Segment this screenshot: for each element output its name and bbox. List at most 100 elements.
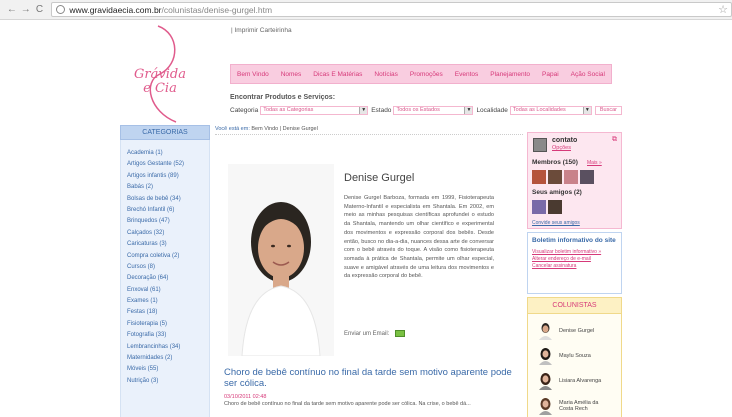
nav-item-eventos[interactable]: Eventos [455, 71, 479, 78]
profile-photo [228, 164, 334, 356]
categoria-select[interactable]: Todas as Categorias ▼ [260, 105, 369, 115]
search-form: Categoria Todas as Categorias ▼ Estado T… [230, 105, 623, 115]
category-item[interactable]: Brechó Infantil (6) [127, 205, 209, 216]
logo-line1: Grávida [134, 67, 186, 82]
category-item[interactable]: Fotografia (33) [127, 330, 209, 341]
category-item[interactable]: Decoração (64) [127, 273, 209, 284]
avatar [539, 398, 552, 415]
page-info-icon [56, 5, 66, 14]
category-item[interactable]: Maternidades (2) [127, 353, 209, 364]
newsletter-title: Boletim informativo do site [532, 237, 616, 244]
columnist-item[interactable]: Maylu Souza [538, 347, 609, 365]
category-item[interactable]: Caricaturas (3) [127, 239, 209, 250]
category-item[interactable]: Cursos (8) [127, 262, 209, 273]
back-icon[interactable]: ← [6, 3, 18, 17]
contact-widget: contato Opções ⧉ Membros (150) Mais » Se… [527, 132, 622, 229]
nav-item-dicas[interactable]: Dicas E Matérias [313, 71, 362, 78]
categories-list: Academia (1) Artigos Gestante (52) Artig… [120, 140, 210, 417]
chevron-down-icon: ▼ [359, 106, 368, 114]
options-link[interactable]: Opções [552, 145, 571, 151]
reload-icon[interactable]: C [34, 3, 46, 17]
category-item[interactable]: Artigos infantis (89) [127, 171, 209, 182]
forward-icon[interactable]: → [20, 3, 32, 17]
localidade-select[interactable]: Todas as Localidades ▼ [509, 105, 592, 115]
nav-item-papai[interactable]: Papai [542, 71, 559, 78]
members-thumbnails [532, 170, 594, 184]
avatar [539, 348, 552, 365]
newsletter-cancel-link[interactable]: Cancelar assinatura [532, 263, 617, 270]
columnists-list: Denise Gurgel Maylu Souza Lisiara Alvare… [527, 314, 622, 417]
url-host: www.gravidaecia.com.br [69, 4, 162, 15]
columnist-item[interactable]: Lisiara Alvarenga [538, 372, 609, 390]
categoria-label: Categoria [230, 106, 259, 114]
localidade-value: Todas as Localidades [512, 107, 566, 113]
email-icon[interactable] [395, 330, 406, 337]
category-item[interactable]: Exames (1) [127, 296, 209, 307]
nav-item-planejamento[interactable]: Planejamento [490, 71, 530, 78]
member-avatar[interactable] [532, 170, 546, 184]
url-path: /colunistas/denise-gurgel.htm [161, 4, 273, 15]
columnists-header: COLUNISTAS [527, 297, 622, 314]
search-button[interactable]: Buscar [594, 105, 623, 115]
category-item[interactable]: Lembrancinhas (34) [127, 342, 209, 353]
category-item[interactable]: Artigos Gestante (52) [127, 159, 209, 170]
category-item[interactable]: Compra coletiva (2) [127, 251, 209, 262]
estado-select[interactable]: Todos os Estados ▼ [393, 105, 474, 115]
friends-thumbnails [532, 200, 562, 214]
member-avatar[interactable] [564, 170, 578, 184]
logo-line2: e Cia [143, 81, 177, 96]
member-avatar[interactable] [548, 170, 562, 184]
category-item[interactable]: Babás (2) [127, 182, 209, 193]
nav-item-promocoes[interactable]: Promoções [410, 71, 443, 78]
print-card-link[interactable]: | Imprimir Carteirinha [231, 27, 292, 34]
category-item[interactable]: Bolsas de bebê (34) [127, 194, 209, 205]
newsletter-view-link[interactable]: Visualizar boletim informativo » [532, 249, 617, 256]
member-avatar[interactable] [580, 170, 594, 184]
newsletter-widget: Boletim informativo do site Visualizar b… [527, 232, 622, 294]
friend-avatar[interactable] [532, 200, 546, 214]
avatar [533, 138, 547, 152]
widget-icon[interactable]: ⧉ [612, 136, 617, 144]
columnist-item[interactable]: Maria Amélia da Costa Rech [538, 397, 609, 415]
category-item[interactable]: Brinquedos (47) [127, 216, 209, 227]
nav-item-acao-social[interactable]: Ação Social [571, 71, 605, 78]
category-item[interactable]: Móveis (55) [127, 364, 209, 375]
address-bar[interactable]: www.gravidaecia.com.br /colunistas/denis… [51, 2, 732, 17]
nav-item-nomes[interactable]: Nomes [281, 71, 302, 78]
invite-friends-link[interactable]: Convide seus amigos [532, 220, 580, 226]
breadcrumb: Você está em: Bem Vindo | Denise Gurgel [215, 126, 318, 132]
localidade-label: Localidade [476, 106, 508, 114]
post-title[interactable]: Choro de bebê contínuo no final da tarde… [224, 367, 514, 389]
columnist-name: Denise Gurgel [559, 327, 595, 334]
category-item[interactable]: Academia (1) [127, 148, 209, 159]
columnist-item[interactable]: Denise Gurgel [538, 322, 609, 340]
categories-header: CATEGORIAS [120, 125, 210, 140]
estado-label: Estado [371, 106, 392, 114]
avatar [539, 323, 552, 340]
browser-toolbar: ← → C www.gravidaecia.com.br /colunistas… [0, 0, 732, 20]
breadcrumb-label: Você está em: [215, 126, 250, 132]
divider [215, 134, 523, 135]
category-item[interactable]: Calçados (32) [127, 228, 209, 239]
profile-name: Denise Gurgel [344, 172, 415, 184]
nav-item-noticias[interactable]: Notícias [374, 71, 397, 78]
contact-name: contato [552, 137, 578, 144]
email-label: Enviar um Email: [344, 330, 390, 337]
search-title: Encontrar Produtos e Serviços: [230, 94, 336, 101]
site-logo[interactable]: Grávida e Cia [132, 68, 188, 96]
newsletter-change-email-link[interactable]: Alterar endereço de e-mail [532, 256, 617, 263]
category-item[interactable]: Fisioterapia (5) [127, 319, 209, 330]
friend-avatar[interactable] [548, 200, 562, 214]
friends-label: Seus amigos (2) [532, 189, 582, 196]
bookmark-star-icon[interactable]: ☆ [718, 3, 728, 16]
category-item[interactable]: Enxoval (61) [127, 285, 209, 296]
estado-value: Todos os Estados [396, 107, 440, 113]
breadcrumb-trail[interactable]: Bem Vindo | Denise Gurgel [251, 126, 317, 132]
avatar [539, 373, 552, 390]
email-row: Enviar um Email: [344, 330, 406, 337]
category-item[interactable]: Festas (18) [127, 307, 209, 318]
members-more-link[interactable]: Mais » [587, 160, 602, 166]
category-item[interactable]: Nutrição (3) [127, 376, 209, 387]
chevron-down-icon: ▼ [464, 106, 473, 114]
nav-item-bem-vindo[interactable]: Bem Vindo [237, 71, 269, 78]
